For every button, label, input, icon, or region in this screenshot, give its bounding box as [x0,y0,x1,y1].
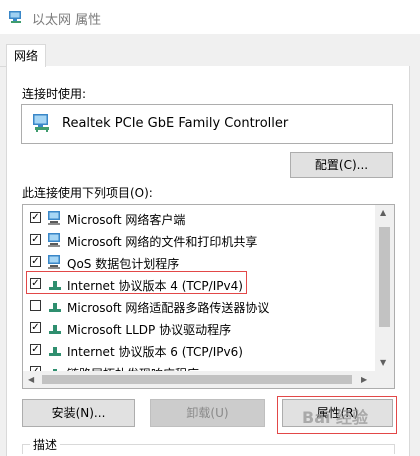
scroll-right-icon[interactable]: ▶ [361,375,367,384]
list-item[interactable]: ✓ Microsoft LLDP 协议驱动程序 [23,318,375,340]
protocol-icon [49,325,61,334]
item-label: Internet 协议版本 6 (TCP/IPv6) [67,345,243,359]
configure-button[interactable]: 配置(C)... [290,152,393,178]
install-button[interactable]: 安装(N)... [22,399,135,427]
protocol-icon [49,347,61,356]
scrollbar-corner [375,371,394,388]
item-checkbox[interactable]: ✓ [30,234,41,245]
vertical-scroll-thumb[interactable] [379,227,390,327]
scroll-down-icon[interactable]: ▼ [380,358,386,367]
description-label: 描述 [30,436,61,453]
item-label: QoS 数据包计划程序 [67,257,180,271]
network-adapter-icon [9,11,21,23]
network-client-icon [48,211,60,225]
title-bar: 以太网 属性 [0,0,420,34]
list-item[interactable]: ✓ Microsoft 网络客户端 [23,208,375,230]
connect-using-label: 连接时使用: [22,87,87,101]
watermark: Bai 经验 [302,408,369,427]
item-checkbox[interactable]: ✓ [30,344,41,355]
scroll-up-icon[interactable]: ▲ [380,208,386,217]
list-item[interactable]: ✓ Microsoft 网络的文件和打印机共享 [23,230,375,252]
item-checkbox[interactable]: ✓ [30,256,41,267]
tab-network[interactable]: 网络 [6,44,46,67]
item-checkbox[interactable] [30,300,41,311]
file-sharing-icon [48,233,60,247]
adapter-name: Realtek PCIe GbE Family Controller [62,116,289,131]
horizontal-scrollbar[interactable]: ◀ ▶ [23,371,375,388]
scroll-left-icon[interactable]: ◀ [28,375,34,384]
description-group [22,444,395,454]
list-item[interactable]: Microsoft 网络适配器多路传送器协议 [23,296,375,318]
uninstall-button: 卸载(U) [150,399,265,427]
ipv4-highlight-box [26,271,247,294]
list-item[interactable]: ✓ Internet 协议版本 6 (TCP/IPv6) [23,340,375,362]
item-checkbox[interactable]: ✓ [30,212,41,223]
item-label: Microsoft 网络的文件和打印机共享 [67,235,258,249]
item-checkbox[interactable]: ✓ [30,322,41,333]
network-adapter-icon [33,114,49,132]
tab-network-label: 网络 [13,49,38,63]
adapter-field: Realtek PCIe GbE Family Controller [21,104,393,144]
protocol-icon [49,303,61,312]
item-label: Microsoft 网络适配器多路传送器协议 [67,301,270,315]
horizontal-scroll-thumb[interactable] [42,375,352,384]
items-list[interactable]: ✓ Microsoft 网络客户端 ✓ Microsoft 网络的文件和打印机共… [22,204,395,389]
window-title: 以太网 属性 [32,13,102,28]
qos-icon [48,255,60,269]
item-label: Microsoft LLDP 协议驱动程序 [67,323,232,337]
item-label: Microsoft 网络客户端 [67,213,186,227]
vertical-scrollbar[interactable]: ▲ ▼ [375,205,394,371]
items-label: 此连接使用下列项目(O): [22,186,153,200]
